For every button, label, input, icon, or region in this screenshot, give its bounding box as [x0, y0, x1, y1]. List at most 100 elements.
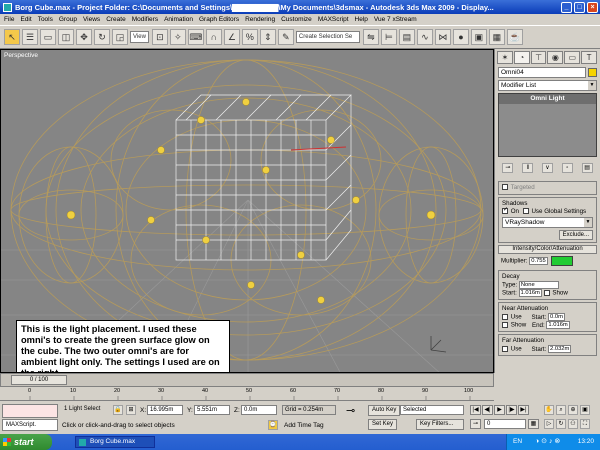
use-global-settings-checkbox[interactable]	[522, 208, 529, 215]
render-setup-icon[interactable]: ▣	[470, 29, 487, 45]
layer-manager-icon[interactable]: ▤	[398, 29, 415, 45]
time-slider[interactable]: 0 / 100	[0, 373, 494, 387]
named-selection-set-input[interactable]: Create Selection Se	[295, 31, 360, 43]
add-time-tag-label[interactable]: Add Time Tag	[284, 422, 324, 429]
stack-item-omni-light[interactable]: Omni Light	[499, 94, 596, 104]
shadows-on-checkbox[interactable]	[502, 206, 508, 215]
menu-graph-editors[interactable]: Graph Editors	[199, 16, 239, 23]
object-name-field[interactable]: Omni04	[498, 67, 586, 78]
spinner-snap-icon[interactable]: ⇕	[259, 29, 276, 45]
curve-editor-icon[interactable]: ∿	[416, 29, 433, 45]
utilities-tab-icon[interactable]: T	[581, 51, 597, 64]
far-use-checkbox[interactable]	[502, 346, 508, 352]
keyboard-shortcut-icon[interactable]: ⌨	[187, 29, 204, 45]
orbit-icon[interactable]: ↻	[556, 419, 566, 429]
near-start-spinner[interactable]: 0.0m	[548, 313, 565, 321]
decay-show-checkbox[interactable]	[543, 290, 550, 296]
material-editor-icon[interactable]: ●	[452, 29, 469, 45]
menu-file[interactable]: File	[4, 16, 14, 23]
align-icon[interactable]: ⊨	[380, 29, 397, 45]
pin-stack-icon[interactable]: ⊸	[502, 163, 514, 173]
current-frame-field[interactable]: 0	[484, 419, 526, 429]
x-coordinate-field[interactable]: 16.995m	[147, 405, 183, 415]
key-mode-dropdown[interactable]: Selected	[400, 405, 464, 415]
select-move-icon[interactable]: ✥	[76, 29, 92, 45]
next-frame-icon[interactable]: |▶	[506, 405, 517, 415]
menu-views[interactable]: Views	[83, 16, 100, 23]
multiplier-spinner[interactable]: 0.755	[529, 257, 548, 265]
minimize-button[interactable]: _	[561, 1, 572, 13]
time-slider-thumb[interactable]: 0 / 100	[11, 375, 67, 385]
menu-edit[interactable]: Edit	[20, 16, 31, 23]
viewport-label[interactable]: Perspective	[4, 52, 38, 59]
reference-coordinate-select[interactable]: View	[130, 31, 149, 43]
modify-tab-icon[interactable]: ◔	[513, 51, 530, 64]
make-unique-icon[interactable]: ∨	[541, 163, 553, 173]
render-production-icon[interactable]: ☕	[506, 29, 523, 45]
remove-modifier-icon[interactable]: ▫	[561, 163, 573, 173]
select-manipulate-icon[interactable]: ✧	[169, 29, 186, 45]
snap-toggle-icon[interactable]: ∩	[205, 29, 222, 45]
maximize-button[interactable]: □	[574, 1, 585, 13]
maximize-viewport-icon[interactable]: ⛶	[580, 419, 590, 429]
menu-modifiers[interactable]: Modifiers	[132, 16, 158, 23]
select-scale-icon[interactable]: ◲	[112, 29, 128, 45]
lock-icon[interactable]: 🔒	[113, 405, 123, 415]
play-icon[interactable]: ▶	[494, 405, 505, 415]
menu-maxscript[interactable]: MAXScript	[318, 16, 349, 23]
motion-tab-icon[interactable]: ◉	[547, 51, 564, 64]
z-coordinate-field[interactable]: 0.0m	[241, 405, 277, 415]
pan-view-icon[interactable]: ✋	[544, 405, 554, 415]
schematic-view-icon[interactable]: ⋈	[434, 29, 451, 45]
select-by-name-icon[interactable]: ☰	[22, 29, 38, 45]
rendered-frame-window-icon[interactable]: ▦	[488, 29, 505, 45]
decay-type-dropdown[interactable]: None	[518, 281, 559, 289]
far-start-spinner[interactable]: 2.032m	[548, 345, 572, 353]
menu-help[interactable]: Help	[355, 16, 368, 23]
show-end-result-icon[interactable]: ‖	[522, 163, 534, 173]
menu-vue-xstream[interactable]: Vue 7 xStream	[374, 16, 417, 23]
intensity-rollout-header[interactable]: Intensity/Color/Attenuation	[498, 245, 597, 254]
angle-snap-icon[interactable]: ∠	[223, 29, 240, 45]
hierarchy-tab-icon[interactable]: ⊤	[530, 51, 547, 64]
menu-tools[interactable]: Tools	[38, 16, 53, 23]
display-tab-icon[interactable]: ▭	[564, 51, 581, 64]
zoom-icon[interactable]: ⌕	[556, 405, 566, 415]
field-of-view-icon[interactable]: ▷	[544, 419, 554, 429]
close-button[interactable]: ×	[587, 1, 598, 13]
rectangle-selection-icon[interactable]: ▭	[40, 29, 56, 45]
percent-snap-icon[interactable]: %	[241, 29, 258, 45]
near-end-spinner[interactable]: 1.016m	[546, 321, 570, 329]
decay-start-spinner[interactable]: 1.016m	[518, 289, 542, 297]
window-crossing-icon[interactable]: ◫	[58, 29, 74, 45]
absolute-mode-icon[interactable]: ⊞	[126, 405, 136, 415]
zoom-extents-icon[interactable]: ▣	[580, 405, 590, 415]
create-tab-icon[interactable]: ✶	[497, 51, 513, 64]
go-to-end-icon[interactable]: ▶|	[518, 405, 529, 415]
select-rotate-icon[interactable]: ↻	[94, 29, 110, 45]
maxscript-listener-input[interactable]: MAXScript.	[2, 419, 58, 431]
edit-named-selection-icon[interactable]: ✎	[277, 29, 294, 45]
walk-through-icon[interactable]: ⚇	[568, 419, 578, 429]
y-coordinate-field[interactable]: 5.551m	[194, 405, 230, 415]
previous-frame-icon[interactable]: ◀|	[482, 405, 493, 415]
set-key-button[interactable]: Set Key	[368, 419, 398, 430]
pivot-center-icon[interactable]: ⊡	[151, 29, 168, 45]
zoom-all-icon[interactable]: ⊕	[568, 405, 578, 415]
mirror-icon[interactable]: ⇋	[362, 29, 379, 45]
taskbar-item-borg-cube[interactable]: Borg Cube.max	[75, 436, 155, 448]
time-configuration-icon[interactable]: ▦	[528, 419, 539, 429]
select-object-icon[interactable]: ↖	[4, 29, 20, 45]
menu-group[interactable]: Group	[59, 16, 77, 23]
go-to-start-icon[interactable]: |◀	[470, 405, 481, 415]
shadow-type-dropdown[interactable]: VRayShadow ▼	[502, 217, 593, 228]
menu-create[interactable]: Create	[106, 16, 126, 23]
key-icon[interactable]: ⊸	[346, 404, 355, 417]
menu-rendering[interactable]: Rendering	[245, 16, 275, 23]
maxscript-listener-top[interactable]	[2, 404, 58, 418]
track-bar[interactable]: 0 10 20 30 40 50 60 70 80 90 100	[0, 387, 494, 401]
targeted-checkbox[interactable]	[502, 184, 508, 191]
tray-icons[interactable]: ◑ ⊙ ♪ ⊗	[535, 434, 560, 450]
start-button[interactable]: start	[0, 434, 52, 450]
menu-customize[interactable]: Customize	[281, 16, 312, 23]
